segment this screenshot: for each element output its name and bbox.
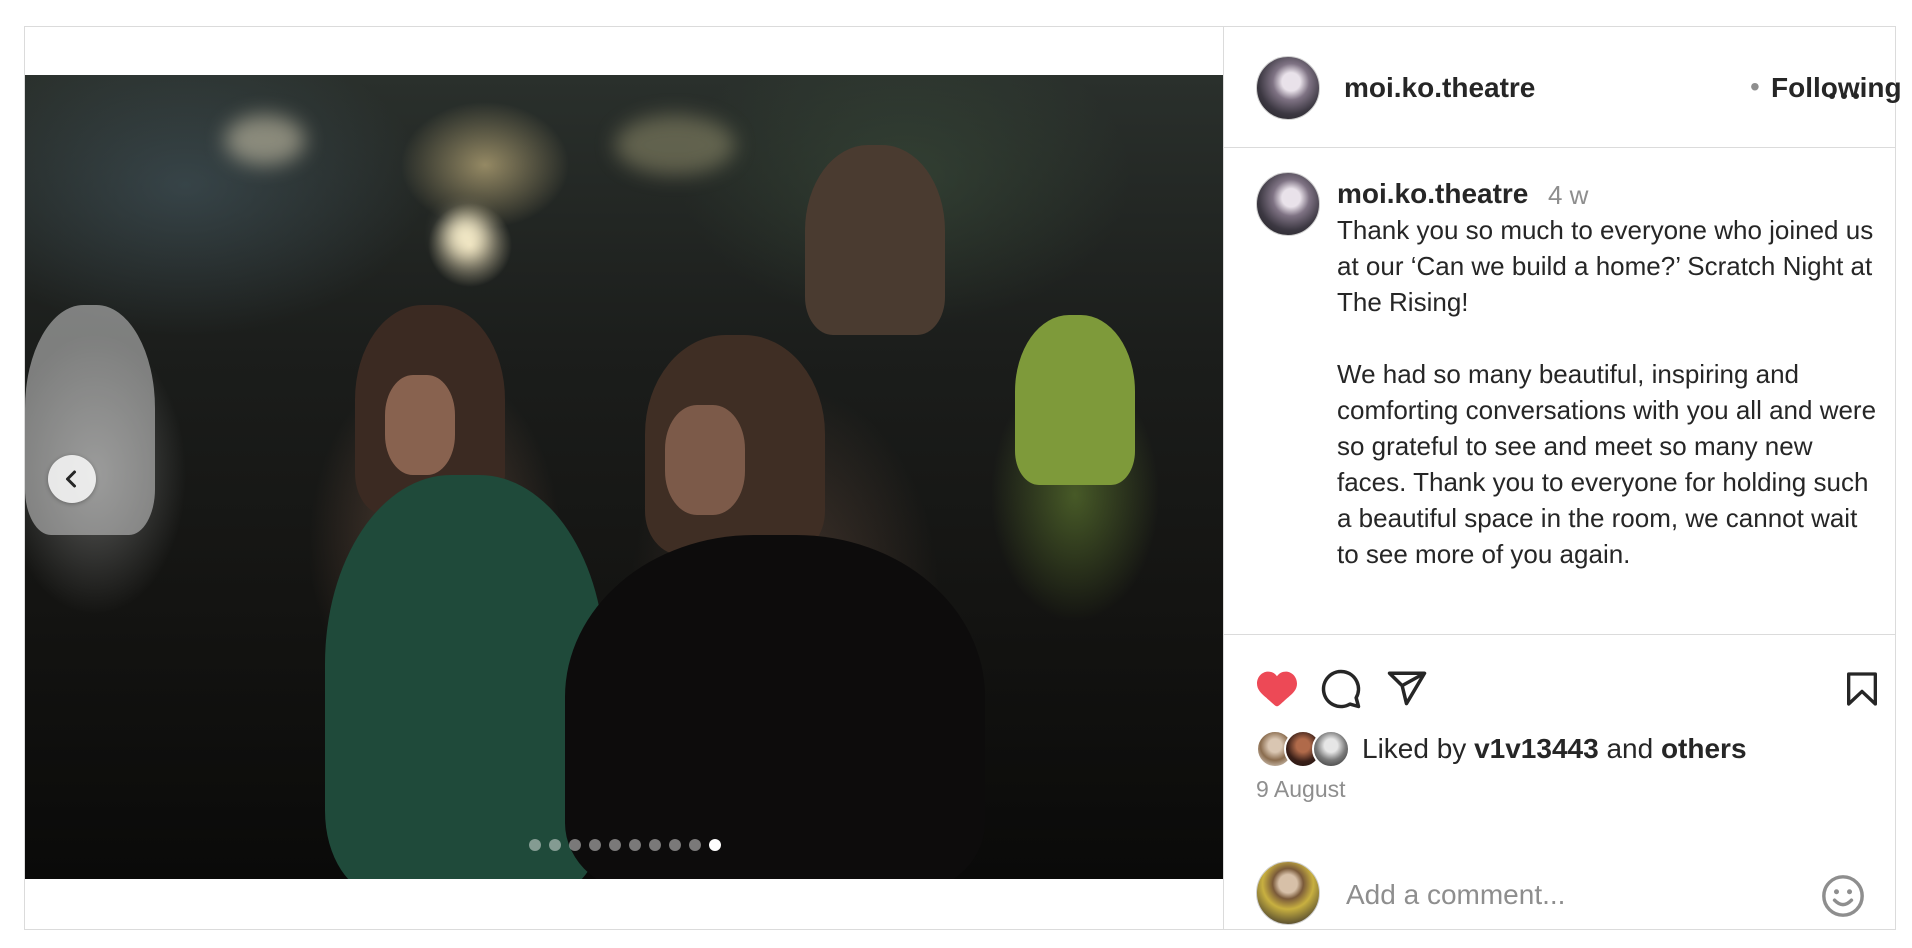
action-bar: [1256, 667, 1880, 713]
likes-prefix: Liked by: [1362, 733, 1467, 764]
likes-conjunction: and: [1606, 733, 1654, 764]
carousel-dot: [589, 839, 601, 851]
profile-avatar[interactable]: [1256, 56, 1320, 120]
carousel-prev-button[interactable]: [48, 455, 96, 503]
post-card: moi.ko.theatre • Following moi.ko.theatr…: [24, 26, 1902, 931]
liker-avatar[interactable]: [1312, 730, 1350, 768]
likes-others-link[interactable]: others: [1661, 733, 1747, 764]
likes-summary: Liked by v1v13443 and others: [1362, 733, 1747, 765]
caption-username[interactable]: moi.ko.theatre: [1337, 178, 1528, 210]
caption-timestamp[interactable]: 4 w: [1548, 180, 1588, 211]
bookmark-icon[interactable]: [1842, 668, 1882, 710]
paper-plane-icon[interactable]: [1386, 668, 1428, 710]
carousel-dot: [629, 839, 641, 851]
carousel-dot: [649, 839, 661, 851]
comment-icon[interactable]: [1320, 668, 1362, 710]
caption-text: Thank you so much to everyone who joined…: [1337, 215, 1877, 569]
chevron-left-icon: [66, 470, 76, 488]
more-options-button[interactable]: [1825, 87, 1863, 105]
post-photo[interactable]: [25, 75, 1223, 879]
heart-filled-icon[interactable]: [1256, 669, 1298, 709]
caption-section: moi.ko.theatre 4 w Thank you so much to …: [1224, 148, 1895, 635]
post-sidebar: moi.ko.theatre • Following moi.ko.theatr…: [1224, 27, 1902, 931]
post-date[interactable]: 9 August: [1256, 776, 1346, 803]
carousel-dot: [609, 839, 621, 851]
caption-avatar[interactable]: [1256, 172, 1320, 236]
comment-input[interactable]: [1346, 875, 1776, 915]
post-media: [25, 27, 1224, 929]
carousel-dot: [549, 839, 561, 851]
carousel-dot: [689, 839, 701, 851]
more-horizontal-icon: [1829, 93, 1835, 99]
liker-username[interactable]: v1v13443: [1474, 733, 1599, 764]
carousel-dots: [529, 839, 721, 851]
current-user-avatar: [1256, 861, 1320, 925]
header-username[interactable]: moi.ko.theatre: [1344, 72, 1535, 104]
carousel-dot: [569, 839, 581, 851]
carousel-dot: [529, 839, 541, 851]
carousel-dot: [709, 839, 721, 851]
header-separator: •: [1750, 71, 1760, 102]
post-header: moi.ko.theatre • Following: [1224, 27, 1902, 148]
likes-row: Liked by v1v13443 and others: [1256, 729, 1747, 769]
smiley-icon[interactable]: [1820, 873, 1866, 919]
comment-row: [1224, 835, 1895, 931]
carousel-dot: [669, 839, 681, 851]
